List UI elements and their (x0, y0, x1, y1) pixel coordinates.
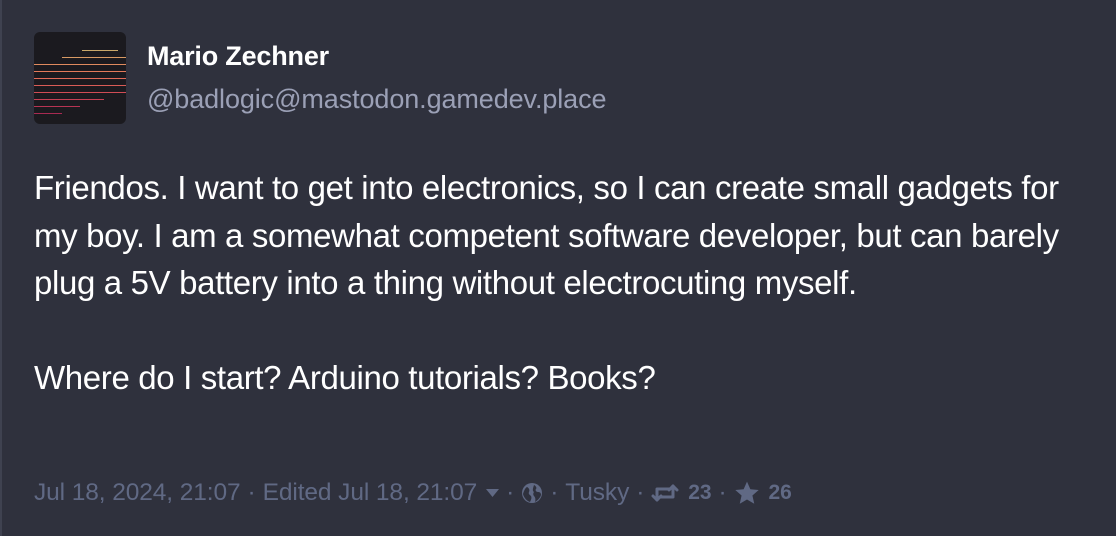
status-account[interactable]: Mario Zechner @badlogic@mastodon.gamedev… (34, 32, 1094, 124)
meta-separator: · (550, 479, 559, 506)
meta-separator: · (718, 479, 727, 506)
reblogs-count: 23 (688, 481, 712, 504)
account-names: Mario Zechner @badlogic@mastodon.gamedev… (147, 41, 606, 114)
application-link[interactable]: Tusky (565, 476, 629, 510)
meta-separator: · (506, 479, 515, 506)
account-handle[interactable]: @badlogic@mastodon.gamedev.place (147, 84, 606, 114)
status-timestamp[interactable]: Jul 18, 2024, 21:07 (34, 476, 241, 510)
caret-down-icon[interactable] (486, 488, 500, 498)
status-card: Mario Zechner @badlogic@mastodon.gamedev… (34, 32, 1094, 401)
globe-icon (521, 482, 543, 504)
meta-separator: · (247, 479, 256, 506)
content-paragraph: Friendos. I want to get into electronics… (34, 169, 1059, 301)
avatar-stripe (34, 99, 104, 100)
display-name[interactable]: Mario Zechner (147, 41, 606, 71)
status-content: Friendos. I want to get into electronics… (34, 164, 1094, 401)
star-icon[interactable] (734, 481, 760, 506)
content-paragraph: Where do I start? Arduino tutorials? Boo… (34, 358, 656, 396)
avatar-stripe (34, 64, 126, 65)
avatar-stripe (34, 113, 62, 114)
status-meta: Jul 18, 2024, 21:07 · Edited Jul 18, 21:… (34, 476, 792, 510)
avatar-stripe (34, 78, 126, 79)
favourites-count: 26 (768, 481, 792, 504)
avatar-stripe (34, 92, 126, 93)
avatar-stripe (34, 71, 126, 72)
avatar-stripe (62, 57, 126, 58)
avatar[interactable] (34, 32, 126, 124)
boost-icon[interactable] (651, 483, 679, 503)
avatar-stripe (82, 50, 118, 51)
meta-separator: · (636, 479, 645, 506)
column-border (0, 0, 2, 536)
edited-label[interactable]: Edited Jul 18, 21:07 (263, 476, 478, 510)
avatar-stripe (34, 106, 80, 107)
avatar-stripe (34, 85, 126, 86)
